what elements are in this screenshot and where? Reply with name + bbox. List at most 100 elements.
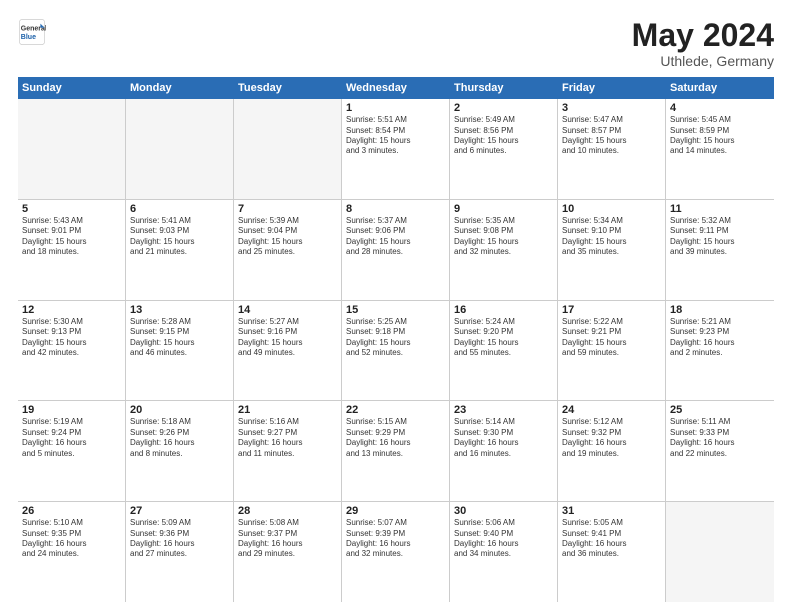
day-number: 3 (562, 102, 661, 114)
calendar-cell (126, 99, 234, 199)
day-number: 8 (346, 203, 445, 215)
calendar-cell: 23Sunrise: 5:14 AM Sunset: 9:30 PM Dayli… (450, 401, 558, 501)
day-number: 19 (22, 404, 121, 416)
day-number: 20 (130, 404, 229, 416)
day-number: 10 (562, 203, 661, 215)
cell-info: Sunrise: 5:21 AM Sunset: 9:23 PM Dayligh… (670, 317, 770, 359)
cell-info: Sunrise: 5:51 AM Sunset: 8:54 PM Dayligh… (346, 115, 445, 157)
calendar-header: SundayMondayTuesdayWednesdayThursdayFrid… (18, 77, 774, 99)
day-number: 22 (346, 404, 445, 416)
day-number: 9 (454, 203, 553, 215)
calendar-cell: 19Sunrise: 5:19 AM Sunset: 9:24 PM Dayli… (18, 401, 126, 501)
day-number: 16 (454, 304, 553, 316)
cell-info: Sunrise: 5:24 AM Sunset: 9:20 PM Dayligh… (454, 317, 553, 359)
calendar-cell: 8Sunrise: 5:37 AM Sunset: 9:06 PM Daylig… (342, 200, 450, 300)
calendar-row-1: 1Sunrise: 5:51 AM Sunset: 8:54 PM Daylig… (18, 99, 774, 200)
day-number: 6 (130, 203, 229, 215)
weekday-header-wednesday: Wednesday (342, 77, 450, 99)
calendar-body: 1Sunrise: 5:51 AM Sunset: 8:54 PM Daylig… (18, 99, 774, 602)
cell-info: Sunrise: 5:37 AM Sunset: 9:06 PM Dayligh… (346, 216, 445, 258)
calendar-cell: 12Sunrise: 5:30 AM Sunset: 9:13 PM Dayli… (18, 301, 126, 401)
day-number: 24 (562, 404, 661, 416)
calendar-cell: 13Sunrise: 5:28 AM Sunset: 9:15 PM Dayli… (126, 301, 234, 401)
day-number: 7 (238, 203, 337, 215)
logo: General Blue (18, 18, 46, 46)
weekday-header-sunday: Sunday (18, 77, 126, 99)
weekday-header-thursday: Thursday (450, 77, 558, 99)
calendar-cell: 11Sunrise: 5:32 AM Sunset: 9:11 PM Dayli… (666, 200, 774, 300)
svg-text:Blue: Blue (21, 34, 36, 41)
location: Uthlede, Germany (632, 53, 774, 69)
day-number: 13 (130, 304, 229, 316)
day-number: 25 (670, 404, 770, 416)
cell-info: Sunrise: 5:09 AM Sunset: 9:36 PM Dayligh… (130, 518, 229, 560)
day-number: 28 (238, 505, 337, 517)
cell-info: Sunrise: 5:28 AM Sunset: 9:15 PM Dayligh… (130, 317, 229, 359)
day-number: 26 (22, 505, 121, 517)
logo-icon: General Blue (18, 18, 46, 46)
calendar-cell: 18Sunrise: 5:21 AM Sunset: 9:23 PM Dayli… (666, 301, 774, 401)
calendar-cell: 16Sunrise: 5:24 AM Sunset: 9:20 PM Dayli… (450, 301, 558, 401)
cell-info: Sunrise: 5:49 AM Sunset: 8:56 PM Dayligh… (454, 115, 553, 157)
cell-info: Sunrise: 5:30 AM Sunset: 9:13 PM Dayligh… (22, 317, 121, 359)
day-number: 1 (346, 102, 445, 114)
cell-info: Sunrise: 5:45 AM Sunset: 8:59 PM Dayligh… (670, 115, 770, 157)
day-number: 4 (670, 102, 770, 114)
calendar-cell (18, 99, 126, 199)
calendar-cell (234, 99, 342, 199)
cell-info: Sunrise: 5:11 AM Sunset: 9:33 PM Dayligh… (670, 417, 770, 459)
cell-info: Sunrise: 5:05 AM Sunset: 9:41 PM Dayligh… (562, 518, 661, 560)
cell-info: Sunrise: 5:07 AM Sunset: 9:39 PM Dayligh… (346, 518, 445, 560)
calendar-cell: 24Sunrise: 5:12 AM Sunset: 9:32 PM Dayli… (558, 401, 666, 501)
cell-info: Sunrise: 5:12 AM Sunset: 9:32 PM Dayligh… (562, 417, 661, 459)
weekday-header-tuesday: Tuesday (234, 77, 342, 99)
calendar-cell: 5Sunrise: 5:43 AM Sunset: 9:01 PM Daylig… (18, 200, 126, 300)
cell-info: Sunrise: 5:06 AM Sunset: 9:40 PM Dayligh… (454, 518, 553, 560)
day-number: 17 (562, 304, 661, 316)
calendar-cell: 25Sunrise: 5:11 AM Sunset: 9:33 PM Dayli… (666, 401, 774, 501)
cell-info: Sunrise: 5:22 AM Sunset: 9:21 PM Dayligh… (562, 317, 661, 359)
day-number: 21 (238, 404, 337, 416)
page: General Blue May 2024 Uthlede, Germany S… (0, 0, 792, 612)
month-year: May 2024 (632, 18, 774, 53)
calendar-cell: 9Sunrise: 5:35 AM Sunset: 9:08 PM Daylig… (450, 200, 558, 300)
weekday-header-friday: Friday (558, 77, 666, 99)
day-number: 27 (130, 505, 229, 517)
cell-info: Sunrise: 5:34 AM Sunset: 9:10 PM Dayligh… (562, 216, 661, 258)
calendar-cell: 30Sunrise: 5:06 AM Sunset: 9:40 PM Dayli… (450, 502, 558, 602)
day-number: 11 (670, 203, 770, 215)
calendar-cell: 7Sunrise: 5:39 AM Sunset: 9:04 PM Daylig… (234, 200, 342, 300)
calendar-row-4: 19Sunrise: 5:19 AM Sunset: 9:24 PM Dayli… (18, 401, 774, 502)
cell-info: Sunrise: 5:47 AM Sunset: 8:57 PM Dayligh… (562, 115, 661, 157)
calendar-row-3: 12Sunrise: 5:30 AM Sunset: 9:13 PM Dayli… (18, 301, 774, 402)
calendar-cell: 27Sunrise: 5:09 AM Sunset: 9:36 PM Dayli… (126, 502, 234, 602)
day-number: 23 (454, 404, 553, 416)
day-number: 30 (454, 505, 553, 517)
calendar-cell: 28Sunrise: 5:08 AM Sunset: 9:37 PM Dayli… (234, 502, 342, 602)
cell-info: Sunrise: 5:14 AM Sunset: 9:30 PM Dayligh… (454, 417, 553, 459)
weekday-header-monday: Monday (126, 77, 234, 99)
calendar-cell: 3Sunrise: 5:47 AM Sunset: 8:57 PM Daylig… (558, 99, 666, 199)
day-number: 29 (346, 505, 445, 517)
day-number: 12 (22, 304, 121, 316)
cell-info: Sunrise: 5:32 AM Sunset: 9:11 PM Dayligh… (670, 216, 770, 258)
calendar-cell: 21Sunrise: 5:16 AM Sunset: 9:27 PM Dayli… (234, 401, 342, 501)
cell-info: Sunrise: 5:35 AM Sunset: 9:08 PM Dayligh… (454, 216, 553, 258)
title-block: May 2024 Uthlede, Germany (632, 18, 774, 69)
calendar-cell: 6Sunrise: 5:41 AM Sunset: 9:03 PM Daylig… (126, 200, 234, 300)
calendar-row-5: 26Sunrise: 5:10 AM Sunset: 9:35 PM Dayli… (18, 502, 774, 602)
day-number: 15 (346, 304, 445, 316)
calendar-cell (666, 502, 774, 602)
calendar-cell: 20Sunrise: 5:18 AM Sunset: 9:26 PM Dayli… (126, 401, 234, 501)
cell-info: Sunrise: 5:41 AM Sunset: 9:03 PM Dayligh… (130, 216, 229, 258)
calendar-cell: 17Sunrise: 5:22 AM Sunset: 9:21 PM Dayli… (558, 301, 666, 401)
calendar-cell: 14Sunrise: 5:27 AM Sunset: 9:16 PM Dayli… (234, 301, 342, 401)
day-number: 5 (22, 203, 121, 215)
calendar-cell: 29Sunrise: 5:07 AM Sunset: 9:39 PM Dayli… (342, 502, 450, 602)
cell-info: Sunrise: 5:25 AM Sunset: 9:18 PM Dayligh… (346, 317, 445, 359)
calendar-row-2: 5Sunrise: 5:43 AM Sunset: 9:01 PM Daylig… (18, 200, 774, 301)
calendar: SundayMondayTuesdayWednesdayThursdayFrid… (18, 77, 774, 602)
day-number: 2 (454, 102, 553, 114)
cell-info: Sunrise: 5:08 AM Sunset: 9:37 PM Dayligh… (238, 518, 337, 560)
day-number: 14 (238, 304, 337, 316)
